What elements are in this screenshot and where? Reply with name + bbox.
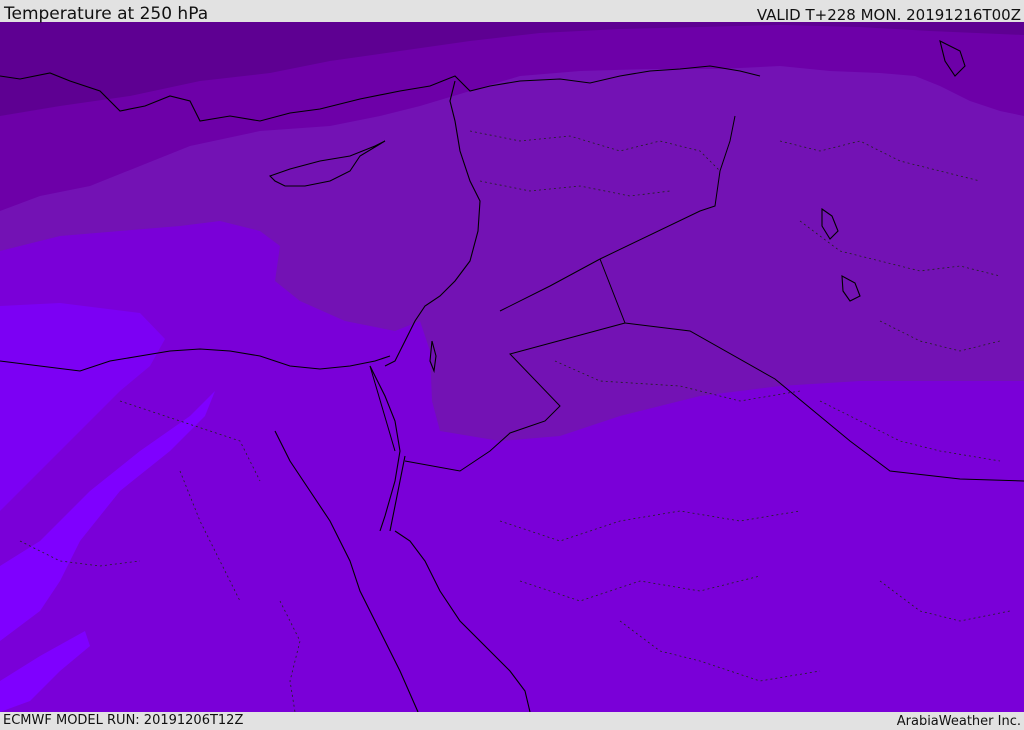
valid-time-label: VALID T+228 MON. 20191216T00Z [756, 6, 1021, 24]
footer-bar: ECMWF MODEL RUN: 20191206T12Z ArabiaWeat… [0, 712, 1024, 729]
header-bar: Temperature at 250 hPa VALID T+228 MON. … [0, 0, 1024, 24]
map-title: Temperature at 250 hPa [4, 4, 209, 24]
model-run-label: ECMWF MODEL RUN: 20191206T12Z [3, 713, 244, 728]
weather-map[interactable] [0, 21, 1024, 712]
credit-label: ArabiaWeather Inc. [896, 714, 1021, 729]
